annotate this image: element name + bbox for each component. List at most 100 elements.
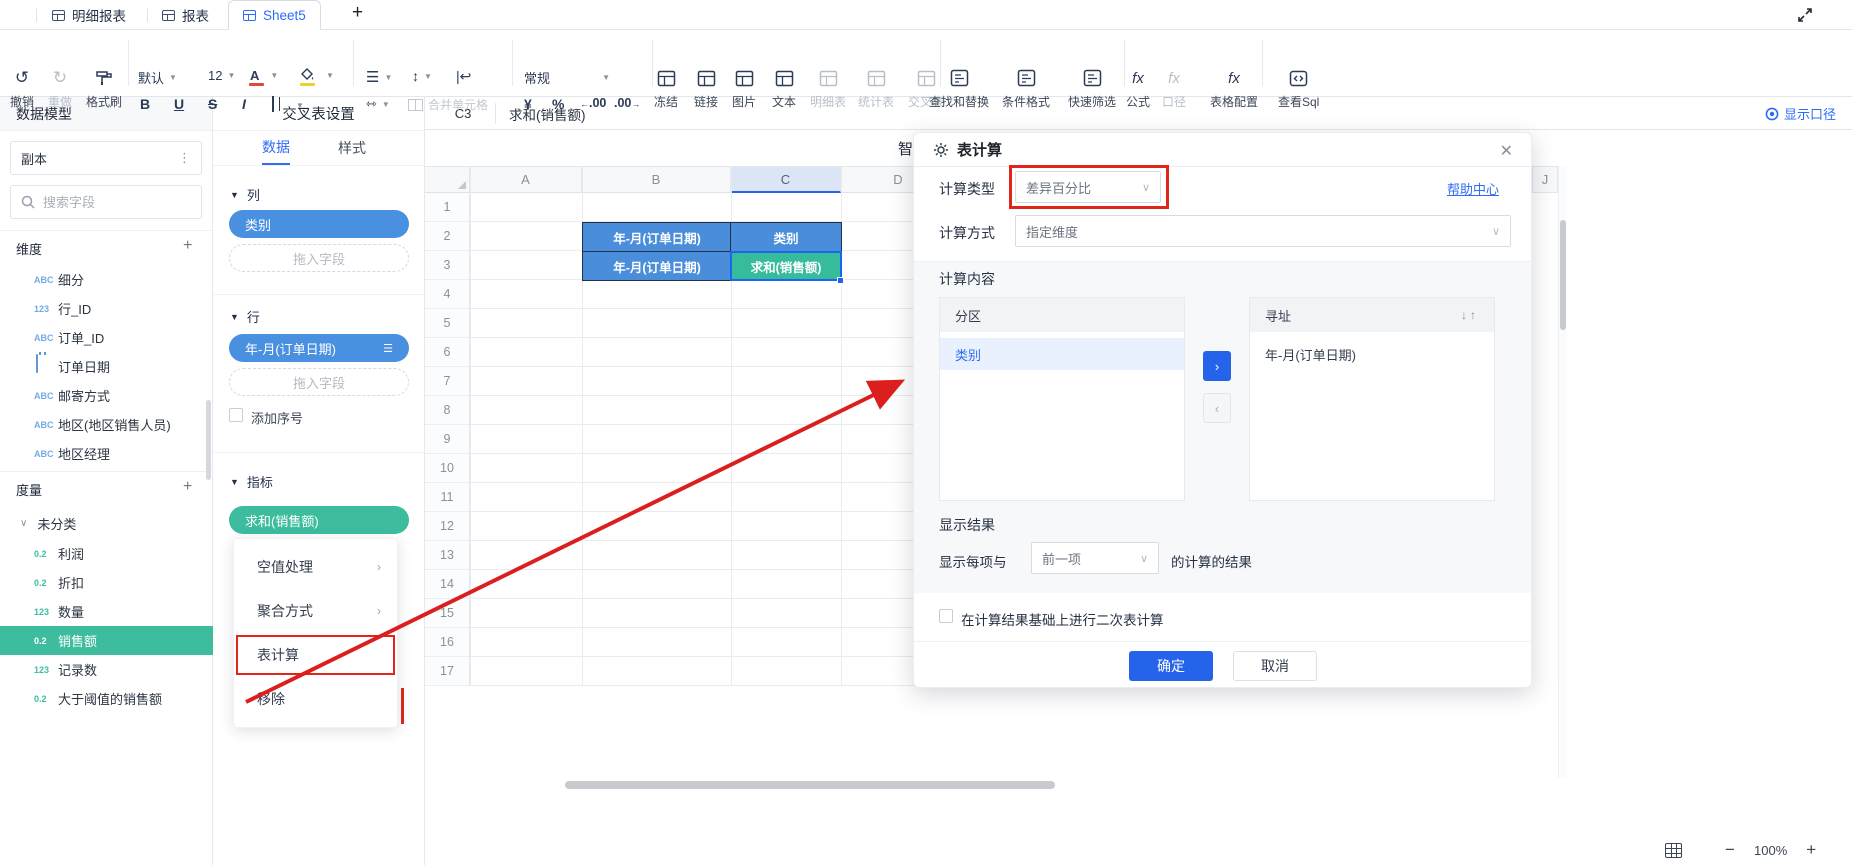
format-painter-button[interactable]: 格式刷: [86, 66, 122, 110]
row-number[interactable]: 14: [425, 570, 470, 599]
arrow-up-icon[interactable]: ↑: [1470, 308, 1479, 322]
measure-field-row[interactable]: 0.2 折扣: [0, 568, 213, 597]
dimension-field-row[interactable]: ABC 邮寄方式: [0, 381, 213, 410]
help-center-link[interactable]: 帮助中心: [1447, 179, 1499, 198]
increase-decimal-button[interactable]: .00→: [614, 96, 640, 110]
strikethrough-button[interactable]: S: [208, 96, 217, 112]
font-color-button[interactable]: A ▼: [250, 68, 278, 83]
vertical-align-button[interactable]: ↕▼: [412, 68, 432, 84]
row-dropzone[interactable]: 拖入字段: [229, 368, 409, 396]
dimension-field-row[interactable]: 订单日期: [0, 352, 213, 381]
partition-item[interactable]: 类别: [940, 338, 1184, 370]
row-number[interactable]: 9: [425, 425, 470, 454]
context-menu-item[interactable]: 表计算 ›: [234, 633, 397, 677]
cancel-button[interactable]: 取消: [1233, 651, 1317, 681]
row-number[interactable]: 15: [425, 599, 470, 628]
measure-field-row[interactable]: 123 数量: [0, 597, 213, 626]
add-dimension-button[interactable]: +: [183, 237, 192, 255]
tab-style[interactable]: 样式: [338, 131, 366, 165]
tab-detail-report[interactable]: 明细报表: [52, 0, 126, 30]
zoom-in-button[interactable]: +: [1801, 840, 1821, 860]
field-search-box[interactable]: [10, 185, 202, 219]
close-icon[interactable]: ✕: [1500, 141, 1513, 161]
toolbar-insert-button[interactable]: 文本: [772, 66, 796, 110]
dataset-selector[interactable]: 副本 ⋮: [10, 141, 202, 175]
column-pill-category[interactable]: 类别: [229, 210, 409, 238]
column-header-a[interactable]: A: [470, 166, 582, 193]
measure-field-row[interactable]: 0.2 销售额: [0, 626, 213, 655]
calc-type-select[interactable]: 差异百分比 ∨: [1015, 171, 1161, 203]
toolbar-formula-button[interactable]: fx 表格配置: [1210, 66, 1258, 110]
calc-method-select[interactable]: 指定维度 ∨: [1015, 215, 1511, 247]
toolbar-tool-button[interactable]: 快速筛选: [1068, 66, 1116, 110]
add-index-checkbox[interactable]: [229, 408, 243, 422]
metric-pill-sum-sales[interactable]: 求和(销售额): [229, 506, 409, 534]
row-number[interactable]: 10: [425, 454, 470, 483]
row-number[interactable]: 8: [425, 396, 470, 425]
measure-field-row[interactable]: 123 记录数: [0, 655, 213, 684]
arrow-down-icon[interactable]: ↓: [1461, 308, 1470, 322]
row-number[interactable]: 4: [425, 280, 470, 309]
row-number[interactable]: 2: [425, 222, 470, 251]
row-number[interactable]: 13: [425, 541, 470, 570]
fill-color-button[interactable]: ▼: [300, 68, 334, 82]
column-header-j[interactable]: J: [1532, 166, 1558, 193]
kebab-menu-icon[interactable]: ⋮: [178, 150, 191, 166]
row-number[interactable]: 1: [425, 193, 470, 222]
formula-value[interactable]: 求和(销售额): [509, 97, 586, 130]
undo-button[interactable]: ↺ 撤销: [10, 66, 34, 110]
measure-group-row[interactable]: ∨ 未分类: [0, 509, 213, 538]
toolbar-tool-button[interactable]: 条件格式: [1002, 66, 1050, 110]
font-size-select[interactable]: 12▼: [208, 68, 235, 83]
toolbar-formula-button[interactable]: fx 口径: [1162, 66, 1186, 110]
context-menu-item[interactable]: 移除 ›: [234, 677, 397, 721]
expand-icon[interactable]: [1796, 6, 1814, 24]
column-header-b[interactable]: B: [582, 166, 731, 193]
show-caliber-link[interactable]: 显示口径: [1765, 97, 1836, 130]
decrease-decimal-button[interactable]: ←.00: [580, 96, 606, 110]
columns-section-header[interactable]: ▼ 列: [230, 185, 260, 204]
context-menu-item[interactable]: 聚合方式 ›: [234, 589, 397, 633]
row-number[interactable]: 7: [425, 367, 470, 396]
tab-data[interactable]: 数据: [262, 131, 290, 165]
vertical-scrollbar-thumb[interactable]: [1560, 220, 1566, 330]
merge-cells-button[interactable]: 合并单元格: [408, 96, 488, 113]
percent-format-button[interactable]: %: [552, 96, 564, 112]
row-number[interactable]: 5: [425, 309, 470, 338]
toolbar-formula-button[interactable]: fx 公式: [1126, 66, 1150, 110]
row-number[interactable]: 17: [425, 657, 470, 686]
sort-icon[interactable]: ☰: [383, 342, 393, 355]
cell-b2[interactable]: 年-月(订单日期): [582, 222, 732, 252]
search-input[interactable]: [43, 195, 173, 210]
tab-report[interactable]: 报表: [162, 0, 209, 30]
dimension-field-row[interactable]: ABC 细分: [0, 265, 213, 294]
italic-button[interactable]: I: [242, 96, 246, 112]
sidebar-scrollbar[interactable]: [206, 400, 211, 480]
context-menu-item[interactable]: 空值处理 ›: [234, 545, 397, 589]
measure-field-row[interactable]: 0.2 大于阈值的销售额: [0, 684, 213, 713]
bold-button[interactable]: B: [140, 96, 150, 112]
tab-sheet5-active[interactable]: Sheet5: [228, 0, 321, 30]
result-compare-select[interactable]: 前一项 ∨: [1031, 542, 1159, 574]
row-number[interactable]: 12: [425, 512, 470, 541]
borders-button[interactable]: [272, 97, 274, 111]
dimension-field-row[interactable]: ABC 地区(地区销售人员): [0, 410, 213, 439]
horizontal-scrollbar-thumb[interactable]: [565, 781, 1055, 789]
metrics-section-header[interactable]: ▼ 指标: [230, 472, 273, 491]
row-pill-year-month[interactable]: 年-月(订单日期) ☰: [229, 334, 409, 362]
toolbar-insert-button[interactable]: 明细表: [810, 66, 846, 110]
fill-handle[interactable]: [837, 277, 844, 284]
confirm-button[interactable]: 确定: [1129, 651, 1213, 681]
toolbar-tool-button[interactable]: 查找和替换: [929, 66, 989, 110]
cell-c3-selected[interactable]: 求和(销售额): [730, 251, 842, 281]
toolbar-insert-button[interactable]: 冻结: [654, 66, 678, 110]
row-number[interactable]: 11: [425, 483, 470, 512]
column-dropzone[interactable]: 拖入字段: [229, 244, 409, 272]
column-header-c[interactable]: C: [731, 166, 841, 193]
font-family-select[interactable]: 默认▼: [138, 68, 177, 87]
address-item[interactable]: 年-月(订单日期): [1250, 338, 1494, 370]
measure-field-row[interactable]: 0.2 利润: [0, 539, 213, 568]
secondary-calc-checkbox[interactable]: [939, 609, 953, 623]
rows-section-header[interactable]: ▼ 行: [230, 307, 260, 326]
grid-view-icon[interactable]: [1665, 843, 1682, 858]
